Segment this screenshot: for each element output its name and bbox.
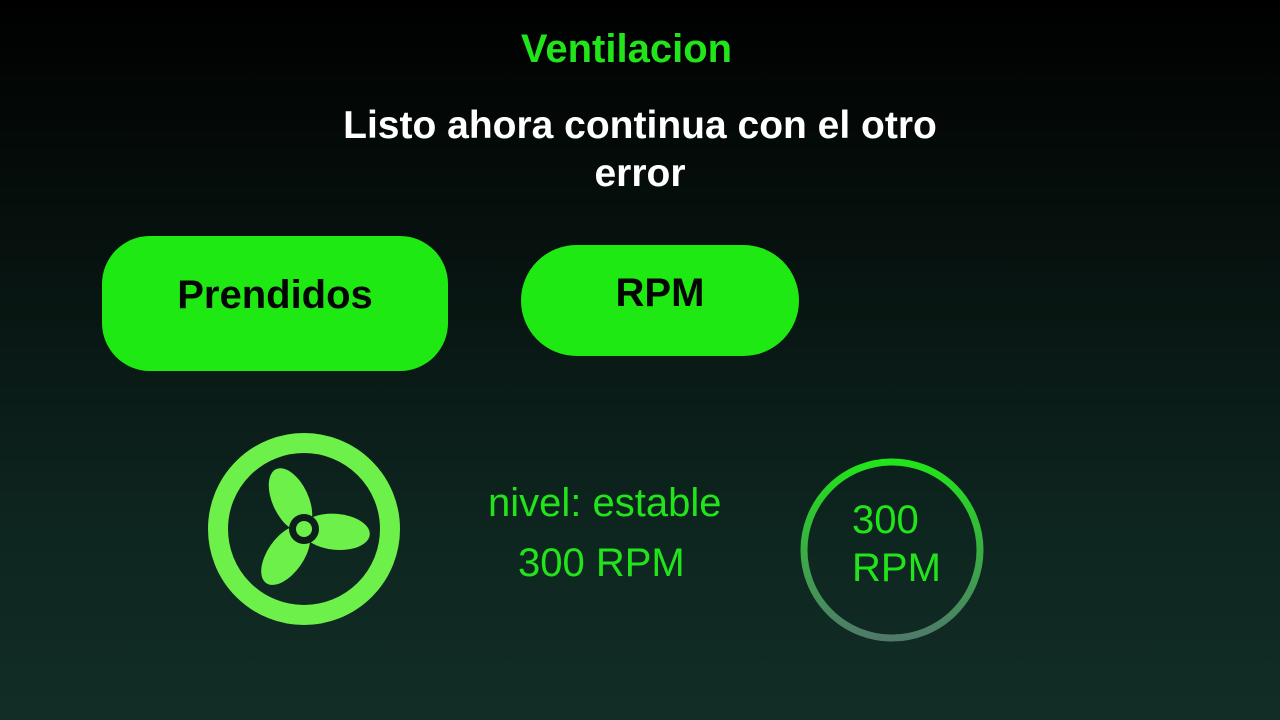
prendidos-button-label: Prendidos xyxy=(177,273,373,317)
gauge-value: 300 xyxy=(852,498,919,542)
rpm-button[interactable]: RPM xyxy=(521,245,799,356)
status-message: Listo ahora continua con el otro error xyxy=(343,104,937,195)
page-title: Ventilacion xyxy=(520,27,733,71)
gauge-unit: RPM xyxy=(852,546,941,590)
prendidos-button[interactable]: Prendidos xyxy=(102,236,448,371)
fan-icon xyxy=(208,433,400,625)
level-status-text: nivel: estable xyxy=(488,481,722,525)
rpm-readout-text: 300 RPM xyxy=(518,541,685,585)
rpm-button-label: RPM xyxy=(615,271,705,315)
